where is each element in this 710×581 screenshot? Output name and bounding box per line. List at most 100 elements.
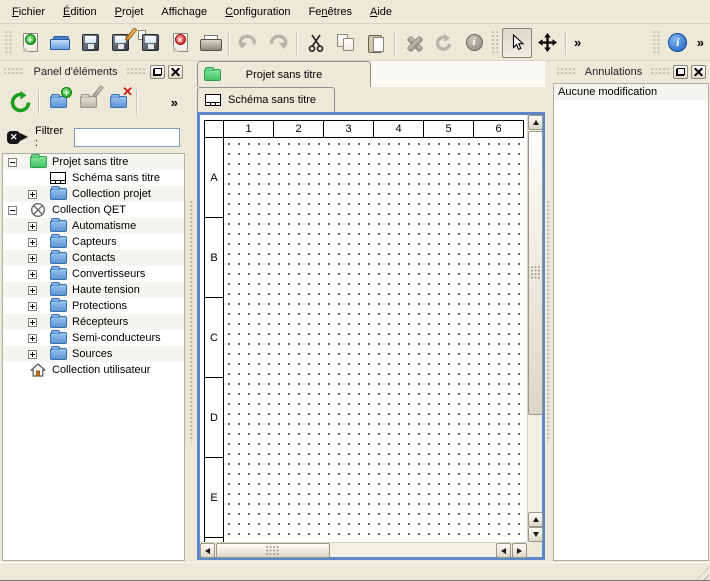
toolbar-drag-handle[interactable] bbox=[5, 31, 12, 55]
menu-item-affichage[interactable]: Affichage bbox=[152, 2, 216, 22]
tree-item-convertisseurs[interactable]: Convertisseurs bbox=[3, 266, 184, 282]
element-information-button[interactable]: i bbox=[459, 28, 489, 58]
row-label: E bbox=[205, 458, 223, 538]
save-as-button[interactable] bbox=[105, 28, 135, 58]
scroll-left-button[interactable] bbox=[200, 543, 215, 558]
tree-item-recepteurs[interactable]: Récepteurs bbox=[3, 314, 184, 330]
scroll-left-button-right[interactable] bbox=[496, 543, 511, 558]
menu-item-fenetres[interactable]: Fenêtres bbox=[300, 2, 361, 22]
resize-grip[interactable] bbox=[696, 567, 709, 580]
menu-item-configuration[interactable]: Configuration bbox=[216, 2, 299, 22]
undo-panel-titlebar[interactable]: Annulations bbox=[553, 61, 710, 82]
elements-panel-toolbar: + ✕ » bbox=[0, 82, 187, 122]
column-label: 4 bbox=[374, 120, 424, 138]
expand-expander-icon[interactable] bbox=[28, 254, 37, 263]
collapse-expander-icon[interactable] bbox=[8, 206, 17, 215]
column-label: 3 bbox=[324, 120, 374, 138]
scroll-up-button[interactable] bbox=[528, 115, 543, 130]
tab-projet-sans-titre[interactable]: Projet sans titre bbox=[197, 61, 371, 87]
collapse-expander-icon[interactable] bbox=[8, 158, 17, 167]
expand-expander-icon[interactable] bbox=[28, 222, 37, 231]
cut-button[interactable] bbox=[301, 28, 331, 58]
expand-expander-icon[interactable] bbox=[28, 302, 37, 311]
titlebar-texture bbox=[4, 68, 24, 75]
menu-item-projet[interactable]: Projet bbox=[106, 2, 153, 22]
toolbar-overflow-button[interactable]: » bbox=[693, 35, 708, 50]
close-file-button[interactable]: × bbox=[165, 28, 195, 58]
save-button[interactable] bbox=[75, 28, 105, 58]
new-category-button[interactable]: + bbox=[43, 87, 73, 117]
vertical-scroll-thumb[interactable] bbox=[528, 131, 543, 415]
tree-item-sources[interactable]: Sources bbox=[3, 346, 184, 362]
tree-item-capteurs[interactable]: Capteurs bbox=[3, 234, 184, 250]
toolbar-overflow-button[interactable]: » bbox=[570, 35, 585, 50]
delete-category-button[interactable]: ✕ bbox=[103, 87, 133, 117]
horizontal-scroll-thumb[interactable] bbox=[216, 543, 330, 558]
scroll-down-button[interactable] bbox=[528, 527, 543, 542]
refresh-icon bbox=[9, 91, 32, 114]
filter-input[interactable] bbox=[74, 128, 180, 147]
delete-selection-button[interactable] bbox=[399, 28, 429, 58]
float-panel-button[interactable] bbox=[673, 65, 688, 79]
toolbar-drag-handle[interactable] bbox=[492, 31, 499, 55]
scroll-right-button[interactable] bbox=[512, 543, 527, 558]
undo-list-item[interactable]: Aucune modification bbox=[554, 84, 708, 100]
tree-item-schema-sans-titre[interactable]: Schéma sans titre bbox=[3, 170, 184, 186]
vertical-scrollbar bbox=[527, 115, 542, 542]
expand-expander-icon[interactable] bbox=[28, 350, 37, 359]
tree-item-automatisme[interactable]: Automatisme bbox=[3, 218, 184, 234]
pencil-icon bbox=[92, 85, 103, 98]
folder-icon bbox=[50, 252, 67, 264]
print-button[interactable] bbox=[195, 28, 225, 58]
toolbar-drag-handle[interactable] bbox=[653, 31, 660, 55]
schema-canvas[interactable]: 1 2 3 4 5 6 A B C D E bbox=[200, 115, 527, 542]
expand-expander-icon[interactable] bbox=[28, 286, 37, 295]
menu-item-edition[interactable]: Édition bbox=[54, 2, 106, 22]
tree-item-contacts[interactable]: Contacts bbox=[3, 250, 184, 266]
expand-expander-icon[interactable] bbox=[28, 270, 37, 279]
tab-schema-sans-titre[interactable]: Schéma sans titre bbox=[197, 87, 335, 112]
move-view-mode-button[interactable] bbox=[532, 28, 562, 58]
paste-button[interactable] bbox=[361, 28, 391, 58]
tree-item-haute-tension[interactable]: Haute tension bbox=[3, 282, 184, 298]
column-label: 5 bbox=[424, 120, 474, 138]
rotate-selection-button[interactable] bbox=[429, 28, 459, 58]
menu-item-fichier[interactable]: Fichier bbox=[3, 2, 54, 22]
header-corner-cell bbox=[205, 120, 224, 138]
tree-item-collection-qet[interactable]: Collection QET bbox=[3, 202, 184, 218]
float-panel-button[interactable] bbox=[150, 65, 165, 79]
right-splitter-handle[interactable] bbox=[545, 61, 553, 562]
tree-item-collection-utilisateur[interactable]: Collection utilisateur bbox=[3, 362, 184, 378]
undo-button[interactable] bbox=[233, 28, 263, 58]
save-all-button[interactable] bbox=[135, 28, 165, 58]
copy-button[interactable] bbox=[331, 28, 361, 58]
elements-panel-titlebar[interactable]: Panel d'éléments bbox=[0, 61, 187, 82]
expand-expander-icon[interactable] bbox=[28, 238, 37, 247]
main-toolbar: + × i » bbox=[0, 25, 710, 61]
close-panel-button[interactable] bbox=[691, 65, 706, 79]
undo-history-dock: Annulations Aucune modification bbox=[553, 61, 710, 562]
clear-filter-button[interactable]: ✕ bbox=[7, 130, 28, 145]
elements-panel-dock: Panel d'éléments + ✕ » ✕ Filtrer : bbox=[0, 61, 187, 562]
menu-item-aide[interactable]: Aide bbox=[361, 2, 401, 22]
edit-element-button[interactable] bbox=[73, 87, 103, 117]
new-document-button[interactable]: + bbox=[15, 28, 45, 58]
expand-expander-icon[interactable] bbox=[28, 190, 37, 199]
open-project-button[interactable] bbox=[45, 28, 75, 58]
redo-button[interactable] bbox=[263, 28, 293, 58]
tree-item-projet-sans-titre[interactable]: Projet sans titre bbox=[3, 154, 184, 170]
tree-item-collection-projet[interactable]: Collection projet bbox=[3, 186, 184, 202]
expand-expander-icon[interactable] bbox=[28, 318, 37, 327]
tree-item-protections[interactable]: Protections bbox=[3, 298, 184, 314]
expand-expander-icon[interactable] bbox=[28, 334, 37, 343]
panel-toolbar-overflow-button[interactable]: » bbox=[167, 95, 182, 110]
horizontal-scrollbar bbox=[200, 542, 527, 557]
scissors-icon bbox=[308, 34, 324, 52]
about-qelectrotech-button[interactable]: i bbox=[663, 28, 693, 58]
close-panel-button[interactable] bbox=[168, 65, 183, 79]
scroll-up-button-bottom[interactable] bbox=[528, 512, 543, 527]
tree-item-semi-conducteurs[interactable]: Semi-conducteurs bbox=[3, 330, 184, 346]
select-mode-button[interactable] bbox=[502, 28, 532, 58]
reload-collections-button[interactable] bbox=[5, 87, 35, 117]
left-splitter-handle[interactable] bbox=[187, 61, 197, 562]
